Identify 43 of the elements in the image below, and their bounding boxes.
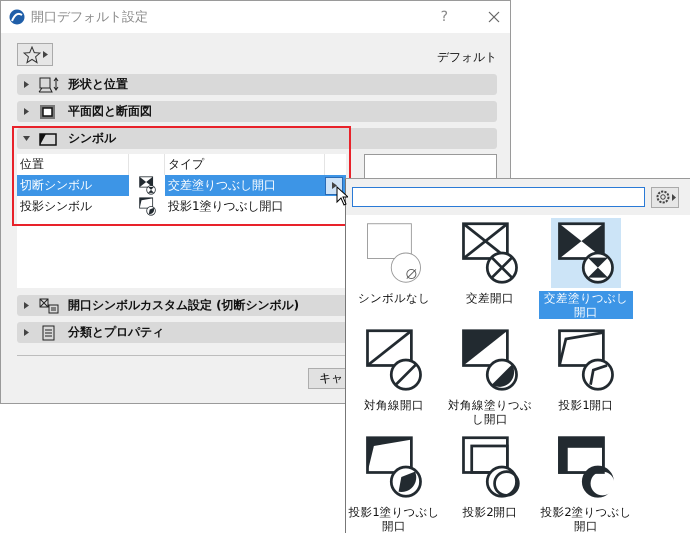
symbol-thumbnail-icon bbox=[138, 176, 156, 195]
table-cell-text: 交差塗りつぶし開口 bbox=[167, 177, 277, 194]
symbol-option[interactable] bbox=[551, 218, 621, 288]
caret-icon bbox=[42, 51, 48, 58]
section-title: 平面図と断面図 bbox=[68, 103, 152, 120]
search-field[interactable] bbox=[352, 187, 645, 207]
expand-arrow-icon bbox=[23, 302, 30, 309]
section-header[interactable]: シンボル bbox=[17, 128, 497, 149]
section-title: シンボル bbox=[68, 130, 116, 147]
symbol-thumbnail-icon bbox=[138, 197, 156, 216]
favorites-button[interactable] bbox=[17, 43, 53, 66]
section-header[interactable]: 平面図と断面図 bbox=[17, 101, 497, 122]
expand-arrow-icon bbox=[23, 135, 30, 142]
box-icon bbox=[38, 76, 60, 92]
door-symbol-icon bbox=[38, 130, 60, 146]
table-cell-text: 投影1塗りつぶし開口 bbox=[167, 198, 285, 215]
window-title: 開口デフォルト設定 bbox=[31, 9, 149, 26]
section-title: 開口シンボルカスタム設定 (切断シンボル) bbox=[68, 297, 300, 314]
table-cell-text: 切断シンボル bbox=[19, 177, 93, 194]
close-icon[interactable] bbox=[488, 11, 500, 23]
default-label: デフォルト bbox=[437, 49, 497, 66]
app-logo-icon bbox=[9, 9, 25, 25]
option-label[interactable]: 対角線開口 bbox=[347, 398, 441, 412]
option-label[interactable]: 投影2開口 bbox=[443, 505, 537, 519]
option-label[interactable]: 対角線塗りつぶし開口 bbox=[443, 398, 537, 426]
table-cell-text: 投影シンボル bbox=[19, 198, 93, 215]
settings-button[interactable] bbox=[651, 186, 679, 208]
table-row[interactable]: 投影シンボル 投影1塗りつぶし開口 bbox=[17, 196, 346, 217]
settings-icon bbox=[654, 189, 670, 205]
option-label[interactable]: 投影1開口 bbox=[539, 398, 633, 412]
option-label[interactable]: 投影1塗りつぶし開口 bbox=[347, 505, 441, 533]
option-label[interactable]: 投影2塗りつぶし開口 bbox=[539, 505, 633, 533]
expand-arrow-icon bbox=[23, 108, 30, 115]
section-header[interactable]: 形状と位置 bbox=[17, 74, 497, 95]
star-icon bbox=[22, 46, 40, 64]
expand-arrow-icon bbox=[23, 81, 30, 88]
symbol-settings-icon bbox=[38, 298, 60, 314]
section-title: 分類とプロパティ bbox=[68, 324, 164, 341]
caret-icon bbox=[330, 182, 338, 189]
expand-arrow-icon bbox=[23, 329, 30, 336]
caret-icon bbox=[672, 194, 676, 200]
section-title: 形状と位置 bbox=[68, 76, 128, 93]
help-button[interactable]: ? bbox=[440, 9, 448, 25]
